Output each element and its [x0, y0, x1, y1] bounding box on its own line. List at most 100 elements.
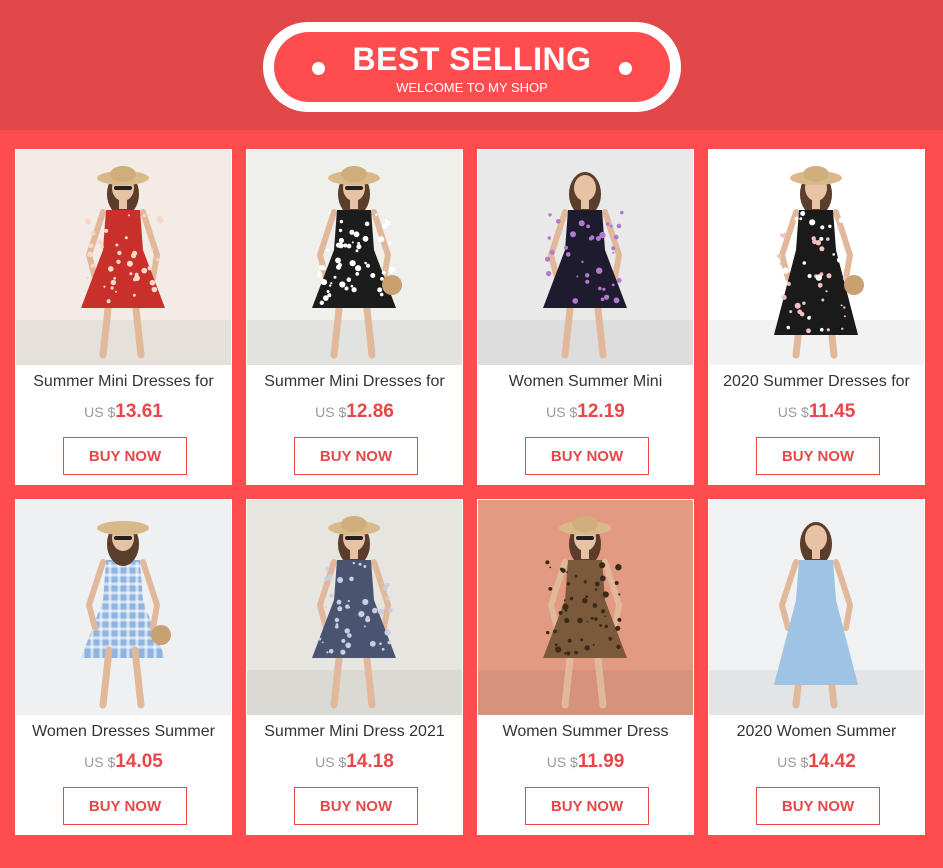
pattern-dot — [620, 210, 624, 215]
model-hat-crown — [572, 516, 598, 532]
pattern-dot — [355, 265, 362, 272]
product-price: US $14.42 — [708, 750, 925, 775]
buy-now-button[interactable]: BUY NOW — [63, 437, 187, 475]
pattern-dot — [594, 617, 598, 621]
pattern-dot — [344, 286, 349, 291]
pattern-dot — [370, 273, 376, 278]
pattern-dot — [366, 263, 370, 268]
pattern-dot — [561, 568, 566, 573]
pattern-dot — [553, 629, 557, 634]
product-title[interactable]: Summer Mini Dresses for — [19, 372, 228, 392]
pattern-dot — [578, 220, 585, 227]
product-price: US $11.45 — [708, 400, 925, 425]
pattern-dot — [585, 595, 588, 598]
product-title[interactable]: Women Dresses Summer — [19, 722, 228, 742]
buy-now-button[interactable]: BUY NOW — [294, 787, 418, 825]
pattern-dot — [799, 217, 803, 221]
product-card[interactable]: 2020 Summer Dresses for US $11.45 BUY NO… — [708, 149, 925, 485]
pattern-dot — [364, 261, 367, 265]
product-card[interactable]: Women Summer Mini US $12.19 BUY NOW — [477, 149, 694, 485]
buy-now-button[interactable]: BUY NOW — [525, 787, 649, 825]
product-image[interactable] — [709, 150, 924, 365]
product-image[interactable] — [478, 500, 693, 715]
pattern-dot — [599, 624, 602, 627]
pattern-dot — [377, 287, 383, 293]
model-head — [805, 525, 827, 551]
buy-now-button[interactable]: BUY NOW — [756, 787, 880, 825]
product-card[interactable]: 2020 Women Summer US $14.42 BUY NOW — [708, 499, 925, 835]
model-neck — [350, 199, 358, 209]
pattern-dot — [378, 236, 385, 243]
buy-now-button[interactable]: BUY NOW — [294, 437, 418, 475]
price-amount: 14.42 — [808, 751, 856, 772]
pattern-dot — [836, 257, 843, 263]
product-image[interactable] — [709, 500, 924, 715]
pattern-dot — [90, 230, 96, 236]
pattern-dot — [364, 221, 370, 227]
product-title[interactable]: Summer Mini Dresses for — [250, 372, 459, 392]
pattern-dot — [88, 243, 94, 249]
product-title[interactable]: 2020 Summer Dresses for — [712, 372, 921, 392]
photo-floor — [478, 320, 693, 365]
price-amount: 12.86 — [346, 401, 394, 422]
pattern-dot — [333, 275, 337, 279]
product-card[interactable]: Summer Mini Dresses for US $13.61 BUY NO… — [15, 149, 232, 485]
pattern-dot — [564, 617, 570, 623]
pattern-dot — [381, 270, 386, 275]
product-card[interactable]: Women Dresses Summer US $14.05 BUY NOW — [15, 499, 232, 835]
pattern-dot — [349, 229, 355, 235]
pattern-dot — [99, 244, 104, 249]
buy-now-button[interactable]: BUY NOW — [525, 437, 649, 475]
pattern-dot — [794, 302, 801, 309]
pattern-dot — [353, 231, 360, 238]
product-price: US $12.19 — [477, 400, 694, 425]
pattern-dot — [97, 239, 103, 245]
pattern-dot — [580, 638, 584, 642]
pattern-dot — [548, 587, 553, 591]
product-photo — [16, 150, 231, 365]
product-image[interactable] — [247, 150, 462, 365]
pattern-dot — [846, 272, 849, 275]
buy-now-button[interactable]: BUY NOW — [63, 787, 187, 825]
price-currency: US $ — [546, 754, 578, 770]
buy-now-button[interactable]: BUY NOW — [756, 437, 880, 475]
pattern-dot — [115, 290, 117, 293]
product-title[interactable]: Women Summer Dress — [481, 722, 690, 742]
pattern-dot — [110, 279, 117, 286]
model-hat — [97, 521, 149, 535]
pattern-dot — [318, 637, 322, 641]
pattern-dot — [363, 625, 366, 628]
product-title[interactable]: Women Summer Mini — [481, 372, 690, 392]
product-title[interactable]: Summer Mini Dress 2021 — [250, 722, 459, 742]
pattern-dot — [330, 282, 333, 285]
product-image[interactable] — [478, 150, 693, 365]
pattern-dot — [574, 650, 578, 655]
photo-floor — [478, 670, 693, 715]
product-price: US $14.18 — [246, 750, 463, 775]
pattern-dot — [611, 246, 616, 251]
pattern-dot — [802, 301, 806, 305]
product-image[interactable] — [16, 500, 231, 715]
price-currency: US $ — [777, 404, 809, 420]
pattern-dot — [605, 222, 610, 226]
product-image[interactable] — [247, 500, 462, 715]
pattern-dot — [319, 300, 324, 305]
pattern-dot — [599, 562, 606, 569]
product-title[interactable]: 2020 Women Summer — [712, 722, 921, 742]
product-image[interactable] — [16, 150, 231, 365]
product-card[interactable]: Summer Mini Dress 2021 US $14.18 BUY NOW — [246, 499, 463, 835]
pattern-dot — [581, 260, 584, 264]
product-card[interactable]: Summer Mini Dresses for US $12.86 BUY NO… — [246, 149, 463, 485]
pattern-dot — [599, 231, 606, 239]
pattern-dot — [799, 311, 805, 317]
pattern-dot — [565, 252, 571, 257]
product-price: US $14.05 — [15, 750, 232, 775]
pattern-dot — [602, 287, 606, 291]
pattern-dot — [365, 617, 371, 623]
pattern-dot — [351, 241, 354, 244]
pattern-dot — [616, 278, 622, 283]
pattern-dot — [132, 250, 138, 256]
pattern-dot — [90, 263, 95, 268]
product-card[interactable]: Women Summer Dress US $11.99 BUY NOW — [477, 499, 694, 835]
pattern-dot — [564, 245, 568, 250]
